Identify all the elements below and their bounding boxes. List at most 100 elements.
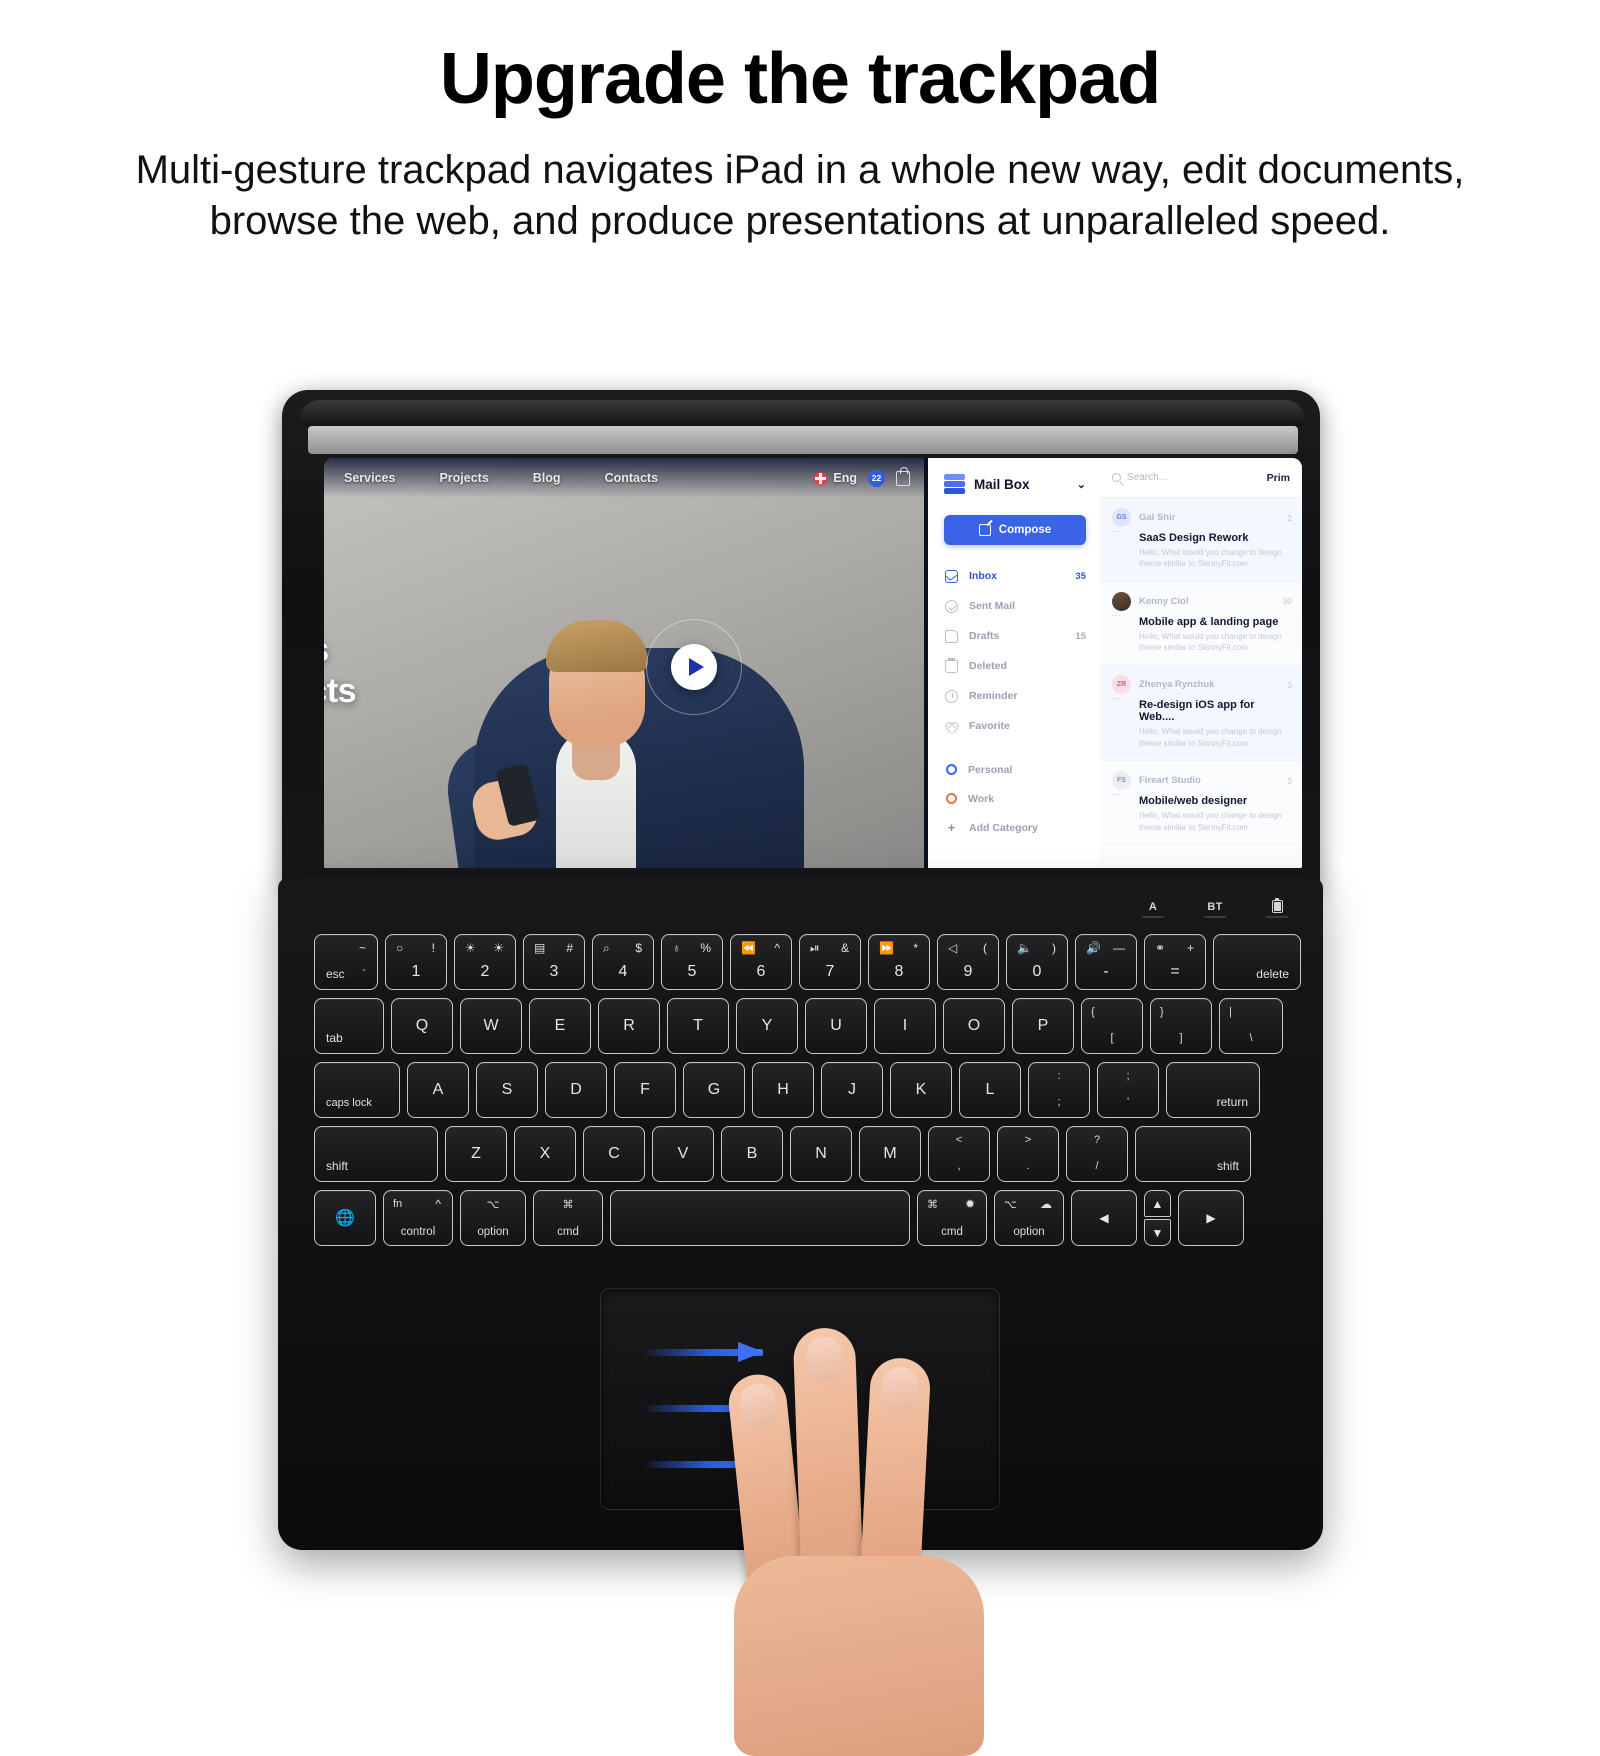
cart-count-badge[interactable]: 22 <box>868 469 885 487</box>
key-g[interactable]: G <box>683 1062 745 1118</box>
sidebar-item-favorite[interactable]: Favorite <box>928 711 1100 741</box>
key-i[interactable]: I <box>874 998 936 1054</box>
language-selector[interactable]: Eng <box>814 471 857 485</box>
mail-list-item[interactable]: FS Fireart Studio 3 Mobile/web designer … <box>1100 761 1302 845</box>
key-space[interactable] <box>610 1190 910 1246</box>
key-control[interactable]: fn ^ control <box>383 1190 453 1246</box>
key-shift-right[interactable]: shift <box>1135 1126 1251 1182</box>
key-topright: ^ <box>435 1197 441 1211</box>
mail-list-item[interactable]: ZR Zhenya Rynzhuk 3 Re-design iOS app fo… <box>1100 665 1302 762</box>
tab-primary[interactable]: Prim <box>1267 472 1290 484</box>
key-delete[interactable]: delete <box>1213 934 1301 990</box>
key-globe[interactable]: 🌐 <box>314 1190 376 1246</box>
key-bracket-right[interactable]: } ] <box>1150 998 1212 1054</box>
compose-button[interactable]: Compose <box>944 515 1086 545</box>
search-input[interactable]: Search... <box>1112 472 1167 483</box>
key-arrow-right[interactable]: ▶ <box>1178 1190 1244 1246</box>
key-cmd-left[interactable]: ⌘ cmd <box>533 1190 603 1246</box>
key-3[interactable]: ▤ # 3 <box>523 934 585 990</box>
key-d[interactable]: D <box>545 1062 607 1118</box>
key-arrow-up[interactable]: ▲ <box>1144 1190 1171 1217</box>
key-comma[interactable]: < , <box>928 1126 990 1182</box>
more-options-icon[interactable]: ⋮ <box>1111 790 1121 799</box>
key-8[interactable]: ⏩ * 8 <box>868 934 930 990</box>
key-slash[interactable]: ? / <box>1066 1126 1128 1182</box>
key-4[interactable]: ⌕ $ 4 <box>592 934 654 990</box>
key-cmd-right[interactable]: ⌘ ✹ cmd <box>917 1190 987 1246</box>
key-equals[interactable]: ⚭ + = <box>1144 934 1206 990</box>
sidebar-item-add-category[interactable]: + Add Category <box>928 813 1100 842</box>
shopping-bag-icon[interactable] <box>896 466 910 486</box>
key-1[interactable]: ○ ! 1 <box>385 934 447 990</box>
nav-link-blog[interactable]: Blog <box>533 471 561 485</box>
sidebar-item-work[interactable]: Work <box>928 784 1100 813</box>
key-t[interactable]: T <box>667 998 729 1054</box>
key-o[interactable]: O <box>943 998 1005 1054</box>
key-y[interactable]: Y <box>736 998 798 1054</box>
key-b[interactable]: B <box>721 1126 783 1182</box>
key-q[interactable]: Q <box>391 998 453 1054</box>
mail-list-item[interactable]: Kenny Ciol 30 Mobile app & landing page … <box>1100 582 1302 666</box>
more-options-icon[interactable]: ⋮ <box>1111 527 1121 536</box>
key-m[interactable]: M <box>859 1126 921 1182</box>
key-z[interactable]: Z <box>445 1126 507 1182</box>
mail-brand[interactable]: Mail Box ⌄ <box>928 474 1100 495</box>
key-5[interactable]: ♁ % 5 <box>661 934 723 990</box>
key-semicolon[interactable]: : ; <box>1028 1062 1090 1118</box>
key-a[interactable]: A <box>407 1062 469 1118</box>
more-options-icon[interactable]: ⋮ <box>1111 694 1121 703</box>
key-esc[interactable]: ~ esc ` <box>314 934 378 990</box>
key-sublabel: ' <box>1126 1096 1130 1108</box>
key-quote[interactable]: ; ' <box>1097 1062 1159 1118</box>
key-label: 5 <box>687 963 697 980</box>
key-x[interactable]: X <box>514 1126 576 1182</box>
folder-label: Deleted <box>969 660 1007 672</box>
key-v[interactable]: V <box>652 1126 714 1182</box>
key-e[interactable]: E <box>529 998 591 1054</box>
key-p[interactable]: P <box>1012 998 1074 1054</box>
sidebar-item-inbox[interactable]: Inbox 35 <box>928 561 1100 591</box>
key-option-left[interactable]: ⌥ option <box>460 1190 526 1246</box>
key-f[interactable]: F <box>614 1062 676 1118</box>
key-j[interactable]: J <box>821 1062 883 1118</box>
key-r[interactable]: R <box>598 998 660 1054</box>
nav-link-projects[interactable]: Projects <box>439 471 488 485</box>
key-l[interactable]: L <box>959 1062 1021 1118</box>
key-w[interactable]: W <box>460 998 522 1054</box>
key-6[interactable]: ⏪ ^ 6 <box>730 934 792 990</box>
chevron-down-icon[interactable]: ⌄ <box>1077 478 1086 491</box>
key-7[interactable]: ⏯ & 7 <box>799 934 861 990</box>
key-minus[interactable]: 🔊 — - <box>1075 934 1137 990</box>
sidebar-item-deleted[interactable]: Deleted <box>928 651 1100 681</box>
key-9[interactable]: ◁ ( 9 <box>937 934 999 990</box>
more-options-icon[interactable]: ⋮ <box>1111 611 1121 620</box>
mail-list-item[interactable]: GS Gal Shir 2 SaaS Design Rework Hello, … <box>1100 498 1302 582</box>
key-period[interactable]: > . <box>997 1126 1059 1182</box>
key-backslash[interactable]: | \ <box>1219 998 1283 1054</box>
key-tab[interactable]: tab <box>314 998 384 1054</box>
sidebar-item-reminder[interactable]: Reminder <box>928 681 1100 711</box>
key-s[interactable]: S <box>476 1062 538 1118</box>
key-shift-left[interactable]: shift <box>314 1126 438 1182</box>
key-arrow-down[interactable]: ▼ <box>1144 1219 1171 1246</box>
nav-link-contacts[interactable]: Contacts <box>605 471 658 485</box>
key-return[interactable]: return <box>1166 1062 1260 1118</box>
key-2[interactable]: ☀ ☀ 2 <box>454 934 516 990</box>
key-0[interactable]: 🔈 ) 0 <box>1006 934 1068 990</box>
sidebar-item-drafts[interactable]: Drafts 15 <box>928 621 1100 651</box>
key-arrow-updown: ▲ ▼ <box>1144 1190 1171 1246</box>
sidebar-item-sent-mail[interactable]: Sent Mail <box>928 591 1100 621</box>
key-u[interactable]: U <box>805 998 867 1054</box>
key-bracket-left[interactable]: { [ <box>1081 998 1143 1054</box>
key-c[interactable]: C <box>583 1126 645 1182</box>
nav-link-services[interactable]: Services <box>344 471 395 485</box>
key-h[interactable]: H <box>752 1062 814 1118</box>
key-k[interactable]: K <box>890 1062 952 1118</box>
key-arrow-left[interactable]: ◀ <box>1071 1190 1137 1246</box>
key-caps-lock[interactable]: caps lock <box>314 1062 400 1118</box>
key-label: esc <box>326 967 345 981</box>
key-option-right[interactable]: ⌥ ☁ option <box>994 1190 1064 1246</box>
key-n[interactable]: N <box>790 1126 852 1182</box>
sidebar-item-personal[interactable]: Personal <box>928 755 1100 784</box>
play-button[interactable] <box>671 644 717 690</box>
